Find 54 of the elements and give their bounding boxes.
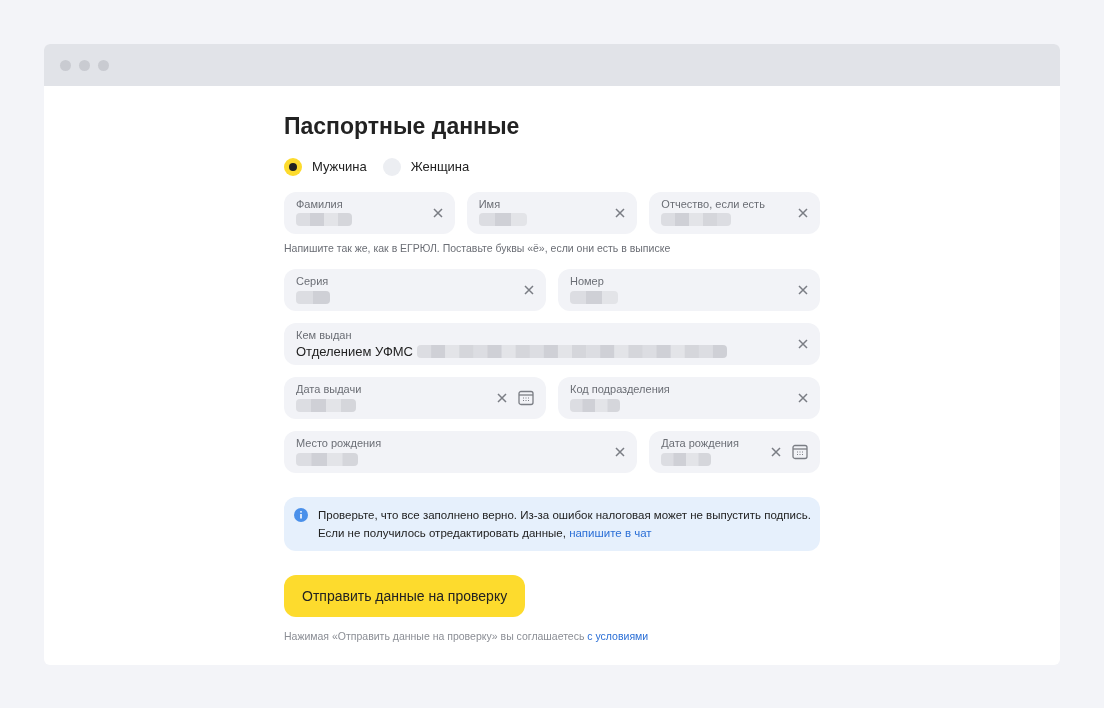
redacted-value xyxy=(570,290,618,304)
redacted-value xyxy=(296,213,352,226)
field-label: Место рождения xyxy=(296,436,383,451)
field-label: Номер xyxy=(570,274,605,289)
info-icon xyxy=(294,508,308,523)
input-field[interactable]: Фамилия xyxy=(284,191,455,234)
clear-icon[interactable] xyxy=(615,447,626,458)
clear-icon[interactable] xyxy=(798,285,808,296)
radio-icon[interactable] xyxy=(284,157,302,176)
radio-option[interactable]: Женщина xyxy=(382,157,470,177)
input-field[interactable]: Дата рождения xyxy=(649,431,820,474)
clear-icon[interactable] xyxy=(771,447,781,458)
notice-text: Если не получилось отредактировать данные, напишите в чат xyxy=(318,526,653,542)
redacted-value xyxy=(296,398,356,412)
hint-text: Напишите так же, как в ЕГРЮЛ. Поставьте буквы «ё», если они есть в выписке xyxy=(284,240,672,256)
terms-text: Нажимая «Отправить данные на проверку» вы соглашаетесь с условиями xyxy=(284,629,650,645)
input-field[interactable]: Серия xyxy=(284,269,546,312)
notice-text: Проверьте, что все заполнено верно. Из-за ошибок налоговая может не выпустить подпись. xyxy=(318,508,811,524)
input-field[interactable]: Дата выдачи xyxy=(284,377,546,420)
input-field[interactable]: Отчество, если есть xyxy=(649,191,820,234)
calendar-icon[interactable] xyxy=(518,390,534,407)
clear-icon[interactable] xyxy=(524,285,534,296)
clear-icon[interactable] xyxy=(432,207,443,218)
field-label: Имя xyxy=(478,196,502,211)
redacted-value xyxy=(661,452,712,466)
field-label: Код подразделения xyxy=(570,382,671,397)
redacted-value xyxy=(661,213,732,226)
radio-option[interactable]: Мужчина xyxy=(284,157,367,177)
input-field[interactable]: Имя xyxy=(466,191,638,234)
input-field[interactable]: Код подразделения xyxy=(558,377,820,420)
redacted-value xyxy=(570,398,620,412)
redacted-value xyxy=(296,290,330,304)
field-label: Серия xyxy=(296,274,330,289)
input-field[interactable]: Номер xyxy=(558,269,820,312)
clear-icon[interactable] xyxy=(497,393,507,404)
clear-icon[interactable] xyxy=(798,393,808,404)
field-label: Фамилия xyxy=(296,196,344,211)
clear-icon[interactable] xyxy=(798,339,808,350)
terms-link[interactable]: с условиями xyxy=(587,630,649,643)
clear-icon[interactable] xyxy=(798,207,808,218)
redacted-value xyxy=(478,213,527,226)
calendar-icon[interactable] xyxy=(792,444,808,461)
chat-link[interactable]: напишите в чат xyxy=(569,527,652,540)
submit-button[interactable]: Отправить данные на проверку xyxy=(284,575,526,618)
clear-icon[interactable] xyxy=(615,207,626,218)
field-label: Кем выдан xyxy=(296,328,353,343)
field-label: Дата выдачи xyxy=(296,382,363,397)
field-value: Отделением УФМС xyxy=(296,342,413,361)
input-field[interactable]: Кем выдан Отделением УФМС xyxy=(284,323,820,366)
input-field[interactable]: Место рождения xyxy=(284,431,638,474)
redacted-value xyxy=(296,452,358,466)
field-label: Дата рождения xyxy=(661,436,740,451)
field-label: Отчество, если есть xyxy=(661,196,766,211)
page-title: Паспортные данные xyxy=(284,112,521,141)
